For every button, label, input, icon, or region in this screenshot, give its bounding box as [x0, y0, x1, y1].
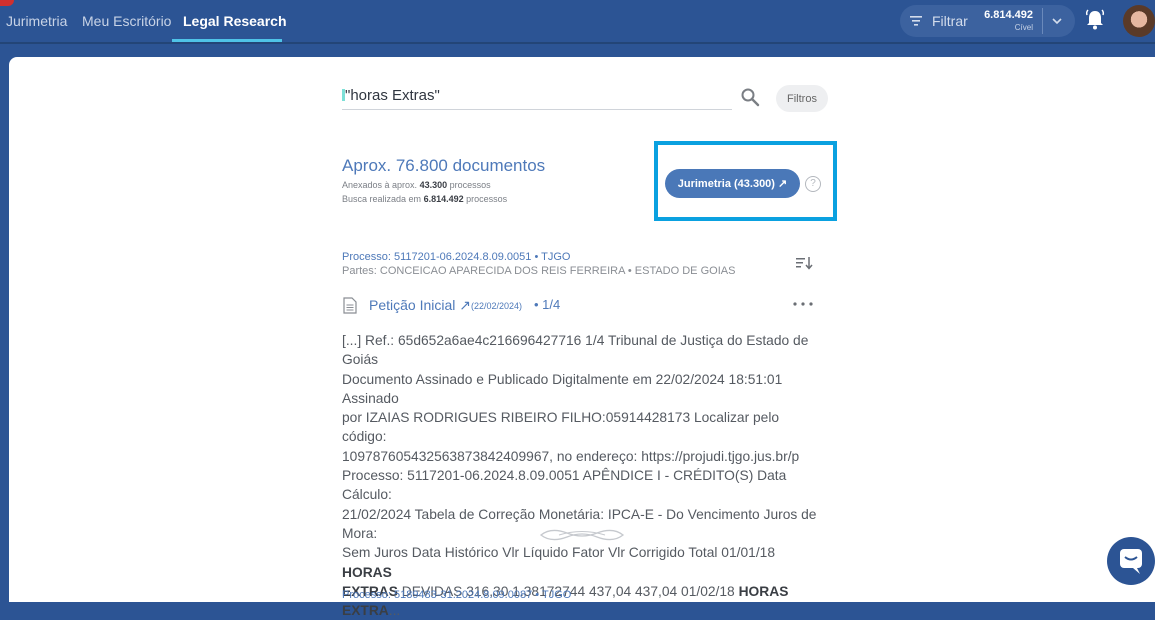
search-suffix: processos: [466, 194, 508, 204]
nav-meu-escritorio[interactable]: Meu Escritório: [82, 0, 171, 42]
filter-area: Cível: [1014, 23, 1033, 32]
document-date: (22/02/2024): [471, 301, 523, 311]
nav-jurimetria[interactable]: Jurimetria: [6, 0, 67, 42]
filter-count: 6.814.492: [984, 9, 1033, 21]
document-title-link[interactable]: Petição Inicial ↗: [369, 297, 471, 314]
search-input[interactable]: "horas Extras": [342, 87, 440, 104]
snippet-ellipsis: ...: [388, 603, 401, 619]
sort-icon[interactable]: [795, 255, 813, 271]
document-icon: [343, 297, 357, 314]
more-options-icon[interactable]: [792, 301, 814, 307]
result-process-link[interactable]: Processo: 5189483-31.2024.8.09.0087 • TJ…: [342, 589, 571, 601]
snippet-text: Sem Juros Data Histórico Vlr Líquido Fat…: [342, 545, 776, 561]
search-icon[interactable]: [740, 87, 760, 107]
snippet-highlight: HORAS: [342, 564, 392, 580]
user-avatar[interactable]: [1123, 5, 1155, 37]
top-navigation-bar: Jurimetria Meu Escritório Legal Research…: [0, 0, 1155, 42]
search-query: "horas Extras": [345, 87, 440, 104]
search-underline: [342, 109, 732, 110]
search-summary: Busca realizada em 6.814.492 processos: [342, 194, 507, 204]
filter-button[interactable]: Filtrar 6.814.492 Cível: [900, 5, 1075, 37]
snippet-line: [...] Ref.: 65d652a6ae4c216696427716 1/4…: [342, 333, 809, 368]
attached-prefix: Anexados à aprox.: [342, 180, 418, 190]
bell-icon[interactable]: [1085, 9, 1105, 31]
snippet-line: Documento Assinado e Publicado Digitalme…: [342, 371, 783, 406]
search-count: 6.814.492: [423, 194, 464, 204]
results-panel: "horas Extras" Filtros Aprox. 76.800 doc…: [9, 57, 1155, 618]
section-divider-ornament: [539, 529, 625, 541]
document-page: • 1/4: [534, 297, 561, 312]
document-snippet: [...] Ref.: 65d652a6ae4c216696427716 1/4…: [342, 331, 822, 620]
search-prefix: Busca realizada em: [342, 194, 422, 204]
filter-label: Filtrar: [932, 13, 968, 29]
snippet-line: Processo: 5117201-06.2024.8.09.0051 APÊN…: [342, 468, 787, 503]
jurimetria-button[interactable]: Jurimetria (43.300) ↗: [665, 169, 800, 198]
filters-button[interactable]: Filtros: [776, 85, 828, 112]
filter-icon: [910, 16, 922, 26]
snippet-line: por IZAIAS RODRIGUES RIBEIRO FILHO:05914…: [342, 410, 780, 445]
attached-summary: Anexados à aprox. 43.300 processos: [342, 180, 491, 190]
help-icon[interactable]: ?: [805, 176, 821, 192]
filter-divider: [1042, 8, 1043, 34]
chat-button[interactable]: [1107, 537, 1155, 585]
snippet-line: 109787605432563873842409967, no endereço…: [342, 448, 800, 464]
chevron-down-icon[interactable]: [1051, 15, 1063, 27]
attached-suffix: processos: [449, 180, 491, 190]
nav-legal-research[interactable]: Legal Research: [183, 0, 287, 42]
chat-icon: [1120, 549, 1142, 574]
result-process-link[interactable]: Processo: 5117201-06.2024.8.09.0051 • TJ…: [342, 251, 571, 263]
results-count-title: Aprox. 76.800 documentos: [342, 156, 546, 175]
result-parts: Partes: CONCEICAO APARECIDA DOS REIS FER…: [342, 265, 736, 277]
snippet-line: Sem Juros Data Histórico Vlr Líquido Fat…: [342, 543, 822, 582]
topbar-divider: [0, 42, 1155, 44]
attached-count: 43.300: [419, 180, 448, 190]
